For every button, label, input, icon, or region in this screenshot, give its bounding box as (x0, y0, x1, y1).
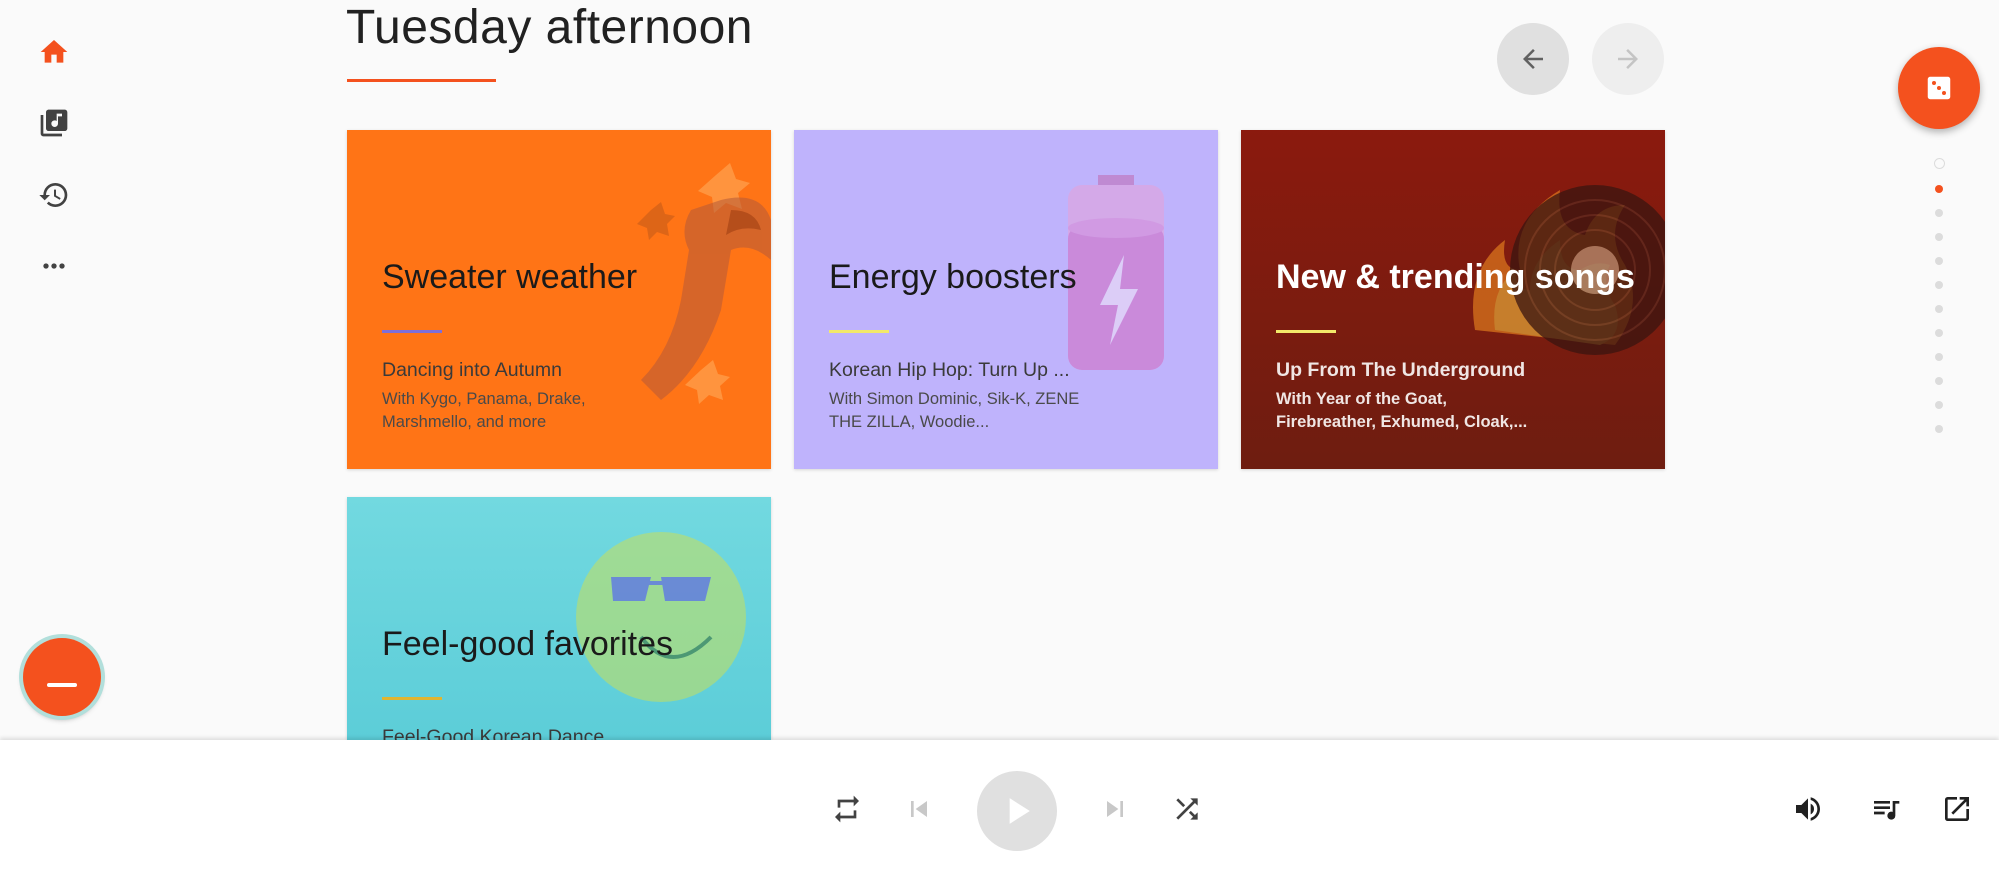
repeat-icon (835, 795, 859, 823)
shuffle-fab-button[interactable] (1898, 47, 1980, 129)
card-title: New & trending songs (1276, 258, 1635, 296)
pager-recent-dot[interactable] (1933, 158, 1945, 169)
pager-dot[interactable] (1935, 377, 1943, 385)
pager-dot[interactable] (1935, 329, 1943, 337)
skip-previous-button[interactable] (899, 789, 939, 829)
card-title: Sweater weather (382, 258, 638, 296)
card-rule (382, 697, 442, 700)
skip-next-icon (1107, 801, 1123, 817)
nav-home-button[interactable] (34, 32, 74, 72)
arrow-forward-icon (1618, 49, 1638, 69)
card-subtitle: Feel-Good Korean Dance ... (382, 726, 626, 740)
card-subtitle: Up From The Underground (1276, 359, 1526, 381)
queue-music-icon (1874, 801, 1900, 820)
card-rule (829, 330, 889, 333)
home-icon (40, 40, 68, 63)
queue-button[interactable] (1866, 789, 1906, 829)
more-horiz-icon (43, 263, 65, 269)
playlist-card-sweater-weather[interactable]: Sweater weather Dancing into Autumn With… (347, 130, 771, 469)
playlist-card-energy-boosters[interactable]: Energy boosters Korean Hip Hop: Turn Up … (794, 130, 1218, 469)
shuffle-icon (1176, 798, 1198, 820)
title-underline (347, 79, 496, 82)
pager-dot[interactable] (1935, 209, 1943, 217)
carousel-next-button[interactable] (1592, 23, 1664, 95)
player-bar (0, 740, 1999, 870)
minimize-button[interactable] (23, 638, 101, 716)
play-icon (1009, 798, 1030, 824)
play-button[interactable] (977, 771, 1057, 851)
card-description: With Kygo, Panama, Drake, Marshmello, an… (382, 390, 586, 431)
playlist-card-new-trending[interactable]: New & trending songs Up From The Undergr… (1241, 130, 1665, 469)
volume-icon (1796, 797, 1820, 821)
popout-button[interactable] (1937, 789, 1977, 829)
carousel-prev-button[interactable] (1497, 23, 1569, 95)
card-subtitle: Dancing into Autumn (382, 359, 562, 381)
nav-more-button[interactable] (34, 246, 74, 286)
pager-dot[interactable] (1935, 233, 1943, 241)
card-description: With Simon Dominic, Sik-K, ZENE THE ZILL… (829, 390, 1080, 431)
history-icon (39, 183, 68, 208)
card-description: With Year of the Goat, Firebreather, Exh… (1276, 390, 1528, 431)
pager-dot[interactable] (1935, 305, 1943, 313)
skip-next-button[interactable] (1095, 789, 1135, 829)
section-title: Tuesday afternoon (346, 1, 753, 54)
playlist-card-feel-good-favorites[interactable]: Feel-good favorites Feel-Good Korean Dan… (347, 497, 771, 740)
library-music-icon (40, 109, 68, 137)
card-title: Feel-good favorites (382, 625, 674, 663)
card-rule (1276, 330, 1336, 333)
pager-dot[interactable] (1935, 185, 1943, 193)
volume-button[interactable] (1788, 789, 1828, 829)
skip-previous-icon (911, 801, 927, 817)
card-title: Energy boosters (829, 258, 1077, 296)
nav-history-button[interactable] (34, 175, 74, 215)
pager-dot[interactable] (1935, 353, 1943, 361)
left-navigation (0, 0, 110, 740)
card-rule (382, 330, 442, 333)
page-indicator (1932, 158, 1946, 449)
minimize-icon (47, 683, 77, 687)
pager-dot[interactable] (1935, 257, 1943, 265)
card-subtitle: Korean Hip Hop: Turn Up ... (829, 359, 1070, 381)
smiley-balloon-illustration (576, 532, 746, 702)
open-in-new-icon (1945, 797, 1969, 821)
arrow-back-icon (1523, 49, 1543, 69)
shuffle-button[interactable] (1167, 789, 1207, 829)
nav-library-button[interactable] (34, 103, 74, 143)
pager-dot[interactable] (1935, 425, 1943, 433)
pager-dot[interactable] (1935, 401, 1943, 409)
dice-icon (1927, 76, 1951, 100)
repeat-button[interactable] (827, 789, 867, 829)
pager-dot[interactable] (1935, 281, 1943, 289)
